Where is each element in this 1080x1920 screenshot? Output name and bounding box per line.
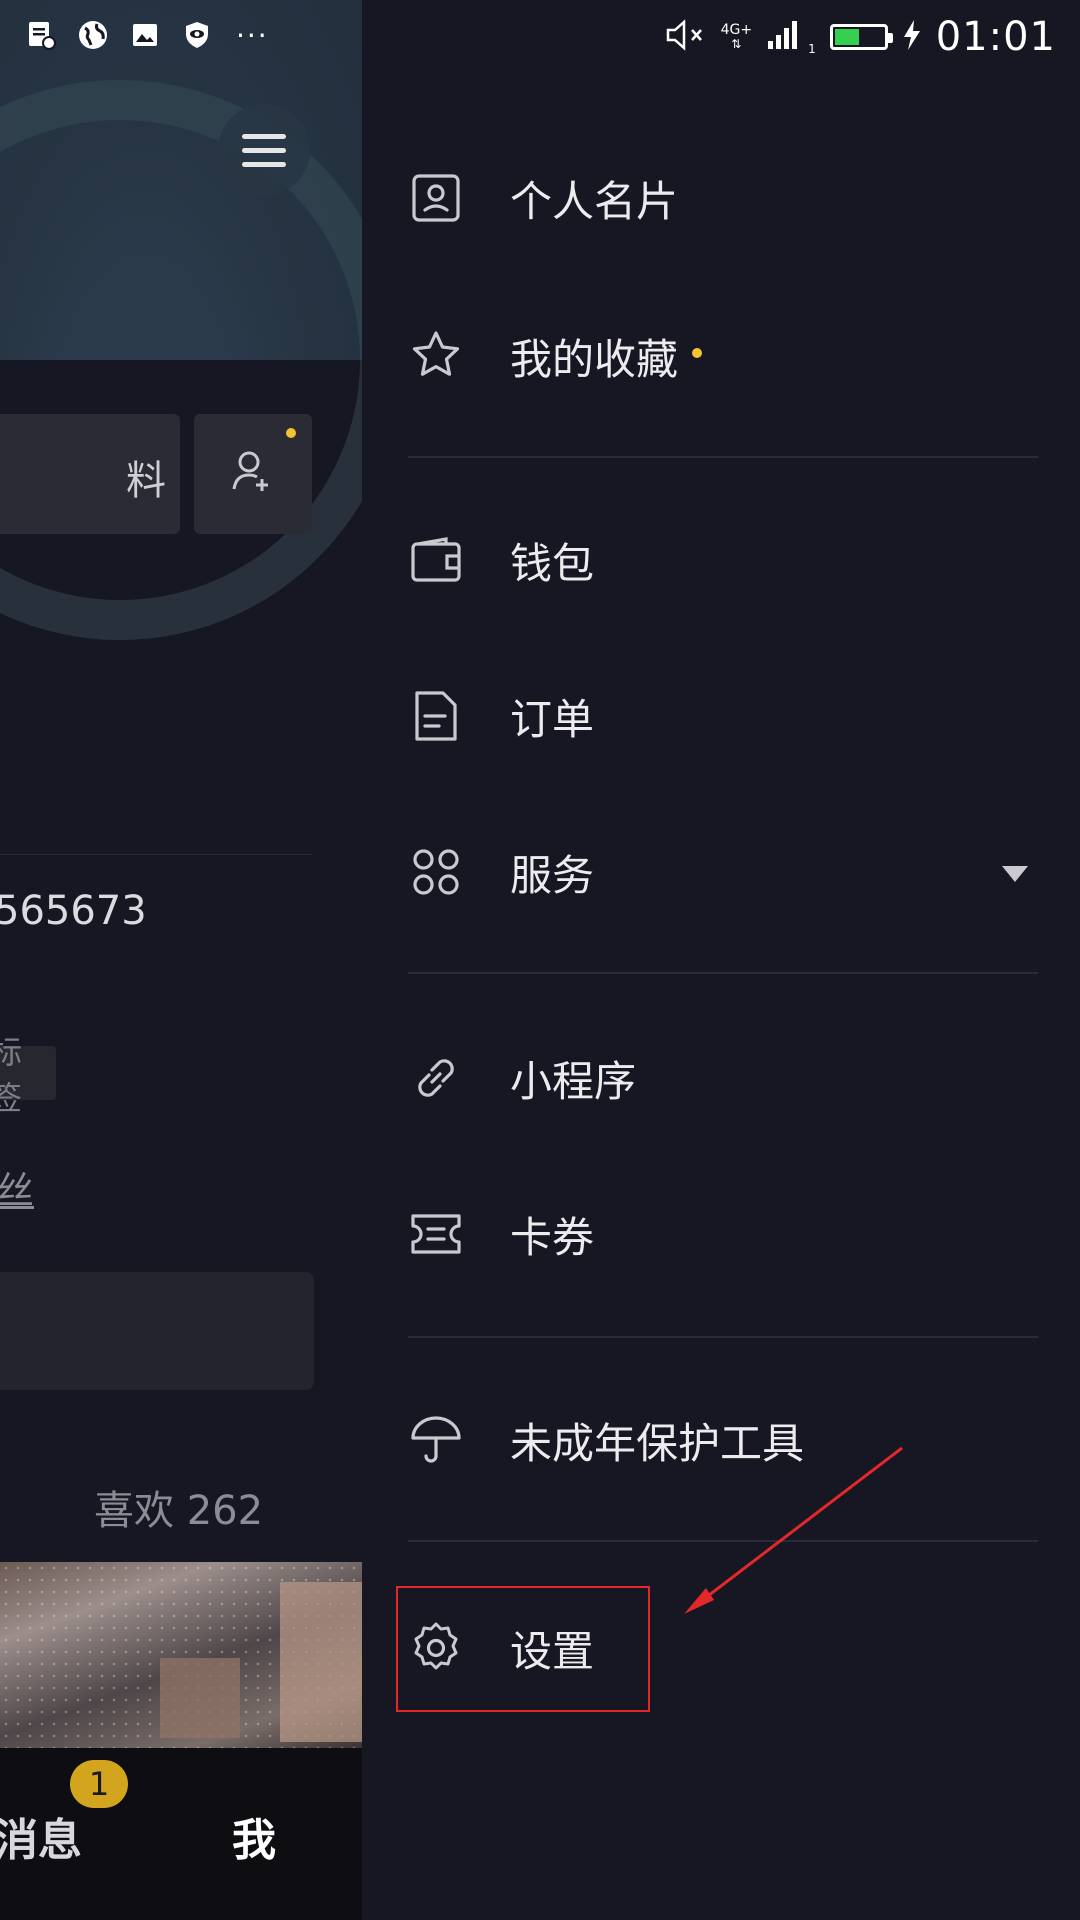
chevron-down-icon[interactable] bbox=[1002, 866, 1028, 882]
sim-slot-label: 1 bbox=[808, 42, 816, 56]
user-id: 565673 bbox=[0, 888, 147, 934]
tag-chip[interactable]: 标签 bbox=[0, 1033, 56, 1117]
drawer-item-wallet[interactable]: 钱包 bbox=[408, 500, 1028, 620]
drawer-item-mini-programs[interactable]: 小程序 bbox=[408, 1018, 1028, 1138]
drawer-item-label: 我的收藏 bbox=[510, 334, 679, 384]
edit-profile-button[interactable]: 料 bbox=[0, 414, 180, 534]
fans-link[interactable]: 丝 bbox=[0, 1160, 34, 1215]
network-type: 4G+ ⇅ bbox=[720, 22, 753, 51]
drawer-item-coupons[interactable]: 卡券 bbox=[408, 1174, 1028, 1294]
add-user-icon bbox=[231, 449, 275, 499]
tab-likes[interactable]: 喜欢 262 bbox=[94, 1478, 263, 1536]
apps-grid-icon bbox=[408, 844, 464, 900]
battery-icon bbox=[829, 24, 893, 50]
shield-eye-icon bbox=[180, 18, 214, 52]
drawer-item-label: 个人名片 bbox=[510, 176, 679, 226]
blurred-face bbox=[160, 1658, 240, 1738]
divider bbox=[408, 1336, 1038, 1338]
divider bbox=[408, 972, 1038, 974]
charging-bolt-icon bbox=[902, 19, 922, 55]
divider bbox=[408, 1540, 1038, 1542]
settings-highlight-box bbox=[396, 1586, 650, 1712]
drawer-item-orders[interactable]: 订单 bbox=[408, 656, 1028, 776]
video-thumbnail[interactable] bbox=[0, 1562, 362, 1748]
add-friend-notification-dot bbox=[286, 428, 296, 438]
divider bbox=[408, 456, 1038, 458]
messages-badge: 1 bbox=[70, 1760, 128, 1808]
mute-icon bbox=[665, 18, 707, 56]
drawer-item-label: 钱包 bbox=[510, 538, 595, 588]
contact-card-icon bbox=[408, 170, 464, 226]
nav-me[interactable]: 我 bbox=[232, 1804, 276, 1868]
more-notifications-icon: ··· bbox=[236, 18, 269, 52]
signal-strength-icon bbox=[766, 19, 800, 55]
notification-icons: ··· bbox=[24, 18, 269, 52]
gallery-image-icon bbox=[128, 18, 162, 52]
drawer-item-services[interactable]: 服务 bbox=[408, 812, 1028, 932]
nav-messages[interactable]: 消息 bbox=[0, 1804, 82, 1868]
divider bbox=[0, 854, 312, 855]
drawer-item-label: 服务 bbox=[510, 850, 595, 900]
clock: 01:01 bbox=[935, 14, 1056, 60]
drawer-item-label: 小程序 bbox=[510, 1056, 637, 1106]
wallet-icon bbox=[408, 532, 464, 588]
order-document-icon bbox=[408, 688, 464, 744]
drawer-item-contact-card[interactable]: 个人名片 bbox=[408, 138, 1028, 258]
umbrella-icon bbox=[408, 1412, 464, 1468]
battery-level-fill bbox=[834, 29, 859, 45]
drawer-item-label: 未成年保护工具 bbox=[510, 1418, 805, 1468]
add-friend-button[interactable] bbox=[194, 414, 312, 534]
drawer-item-minor-protection[interactable]: 未成年保护工具 bbox=[408, 1380, 1028, 1500]
star-icon bbox=[408, 328, 464, 384]
blurred-face bbox=[280, 1582, 362, 1742]
profile-page: 料 565673 标签 丝 喜欢 262 1 消息 我 bbox=[0, 0, 362, 1920]
bio-box[interactable] bbox=[0, 1272, 314, 1390]
drawer-item-label: 卡券 bbox=[510, 1212, 595, 1262]
edit-profile-label: 料 bbox=[126, 458, 166, 504]
browser-globe-icon bbox=[76, 18, 110, 52]
message-notification-icon bbox=[24, 18, 58, 52]
favorites-new-dot bbox=[692, 348, 703, 358]
system-indicators: 4G+ ⇅ 1 01:01 bbox=[665, 14, 1056, 60]
status-bar: ··· 4G+ ⇅ 1 01:01 bbox=[0, 0, 1080, 76]
bottom-navigation: 1 消息 我 bbox=[0, 1748, 362, 1920]
hamburger-menu-icon[interactable] bbox=[218, 104, 310, 196]
tag-chip-label: 标签 bbox=[0, 1033, 23, 1117]
drawer-item-label: 订单 bbox=[510, 694, 595, 744]
ticket-icon bbox=[408, 1206, 464, 1262]
drawer-item-favorites[interactable]: 我的收藏 bbox=[408, 296, 1028, 416]
link-icon bbox=[408, 1050, 464, 1106]
